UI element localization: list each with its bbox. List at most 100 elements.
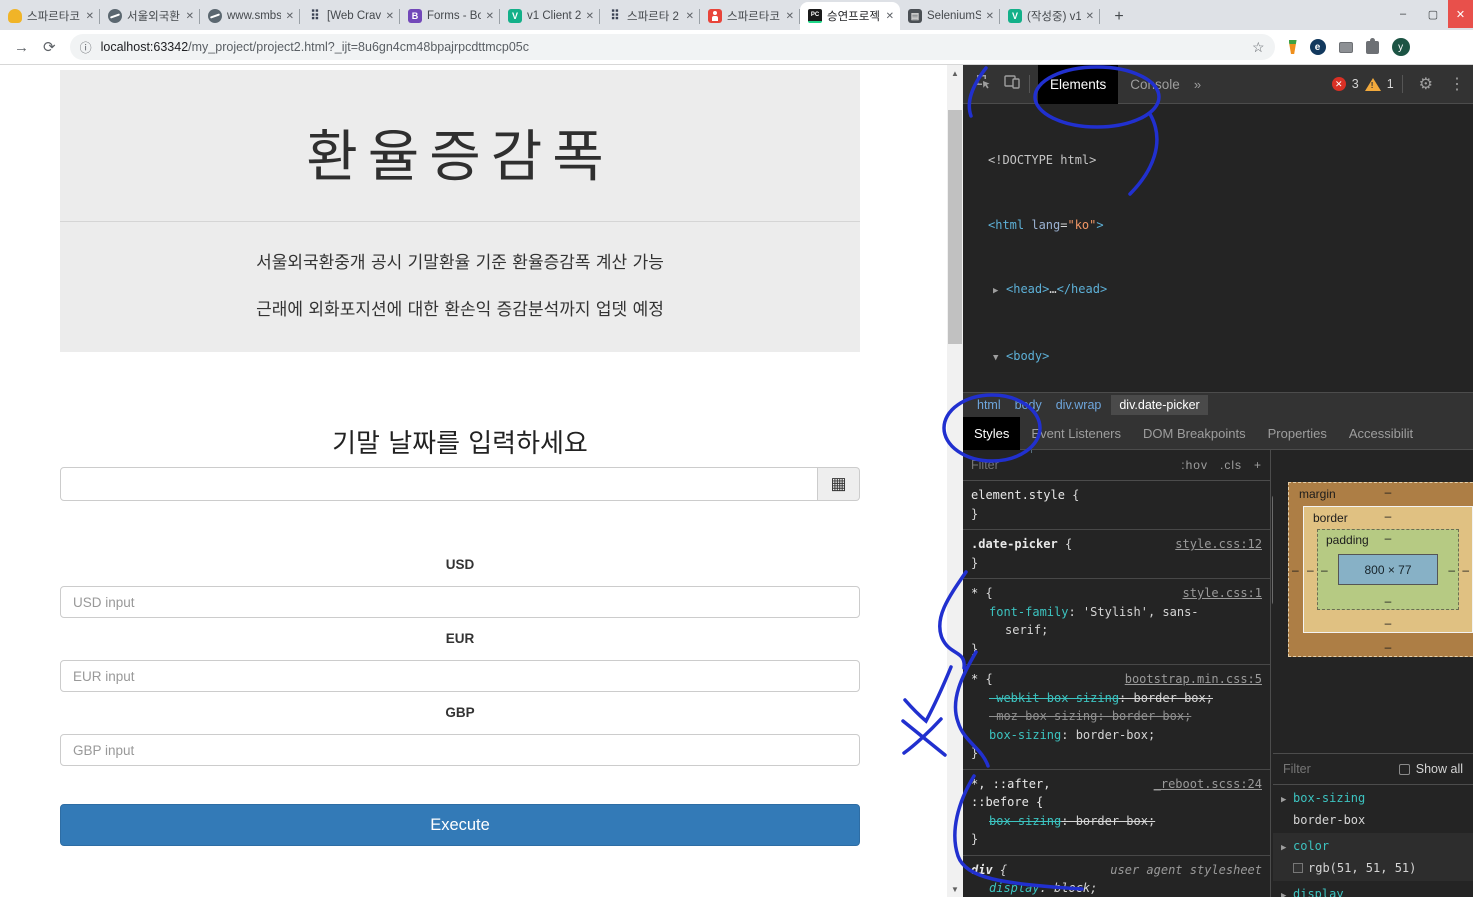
evernote-extension-icon[interactable]: e (1310, 39, 1326, 55)
close-icon[interactable]: ✕ (686, 11, 694, 22)
profile-avatar[interactable]: y (1392, 38, 1410, 56)
style-rule-element[interactable]: element.style { } (963, 481, 1270, 530)
scroll-down-icon[interactable]: ▼ (947, 881, 963, 897)
screenshot-extension-icon[interactable] (1339, 42, 1353, 53)
dom-node-html[interactable]: <html lang="ko"> (963, 215, 1473, 237)
breadcrumb-div-wrap[interactable]: div.wrap (1056, 398, 1102, 412)
tab-elements[interactable]: Elements (1038, 65, 1118, 104)
stylesheet-link[interactable]: style.css:12 (1175, 535, 1262, 554)
devtools-menu-icon[interactable]: ⋮ (1449, 74, 1465, 94)
computed-filter-input[interactable] (1283, 762, 1353, 776)
style-rule-date-picker[interactable]: .date-picker {style.css:12 } (963, 530, 1270, 579)
settings-gear-icon[interactable]: ⚙ (1419, 74, 1433, 94)
tab-styles[interactable]: Styles (963, 417, 1020, 450)
usd-input[interactable] (60, 586, 860, 618)
tab-properties[interactable]: Properties (1257, 417, 1338, 450)
style-rule-user-agent[interactable]: div {user agent stylesheet display: bloc… (963, 856, 1270, 897)
styles-filter-input[interactable] (971, 458, 1091, 472)
carrot-extension-icon[interactable] (1289, 40, 1297, 54)
breadcrumb-div-date-picker[interactable]: div.date-picker (1111, 395, 1207, 415)
close-window-button[interactable]: ✕ (1448, 0, 1473, 28)
chevron-down-icon[interactable]: ▼ (993, 348, 1006, 370)
gbp-input[interactable] (60, 734, 860, 766)
box-model-margin[interactable]: margin – – – – border – – – – padding – … (1288, 482, 1473, 657)
tab-accessibility[interactable]: Accessibilit (1338, 417, 1424, 450)
browser-tab[interactable]: V (작성중) v1 ✕ (1000, 2, 1100, 30)
stylesheet-link[interactable]: _reboot.scss:24 (1154, 775, 1262, 794)
browser-tab[interactable]: ⠿ 스파르타 2 ✕ (600, 2, 700, 30)
style-rule-reboot[interactable]: *, ::after,_reboot.scss:24 ::before { bo… (963, 770, 1270, 856)
page-info-icon[interactable]: ⓘ (80, 39, 92, 56)
computed-prop-color[interactable]: ▶color rgb(51, 51, 51) (1273, 833, 1473, 881)
scroll-up-icon[interactable]: ▲ (947, 65, 963, 81)
close-icon[interactable]: ✕ (986, 11, 994, 22)
browser-tab[interactable]: ⠿ [Web Crav ✕ (300, 2, 400, 30)
address-bar[interactable]: ⓘ localhost:63342/my_project/project2.ht… (70, 34, 1275, 60)
class-toggle[interactable]: .cls (1220, 456, 1242, 475)
close-icon[interactable]: ✕ (1086, 11, 1094, 22)
tab-console[interactable]: Console (1118, 65, 1192, 104)
close-icon[interactable]: ✕ (486, 11, 494, 22)
close-icon[interactable]: ✕ (86, 11, 94, 22)
restore-button[interactable]: ▢ (1418, 0, 1448, 28)
scrollbar-thumb[interactable] (948, 110, 962, 344)
error-icon[interactable]: ✕ (1332, 77, 1346, 91)
box-model-content[interactable]: 800 × 77 (1338, 554, 1438, 585)
close-icon[interactable]: ✕ (186, 11, 194, 22)
chevron-right-icon[interactable]: ▶ (1281, 838, 1293, 858)
browser-tab-active[interactable]: PC 승연프로젝 ✕ (800, 2, 900, 30)
eur-input[interactable] (60, 660, 860, 692)
extensions-puzzle-icon[interactable] (1366, 41, 1379, 54)
close-icon[interactable]: ✕ (386, 11, 394, 22)
chevron-right-icon[interactable]: ▶ (1281, 790, 1293, 810)
tab-dom-breakpoints[interactable]: DOM Breakpoints (1132, 417, 1257, 450)
browser-tab[interactable]: 스파르타코 ✕ (0, 2, 100, 30)
tab-event-listeners[interactable]: Event Listeners (1020, 417, 1132, 450)
page-scrollbar[interactable]: ▲ ▼ (947, 65, 963, 897)
browser-tab[interactable]: ▤ SeleniumS ✕ (900, 2, 1000, 30)
new-rule-button[interactable]: + (1254, 456, 1262, 475)
calendar-addon-button[interactable]: ▦ (818, 467, 860, 501)
style-rule-star-fontfamily[interactable]: * {style.css:1 font-family: 'Stylish', s… (963, 579, 1270, 665)
chevron-right-icon[interactable]: ▶ (1281, 886, 1293, 897)
stylesheet-link[interactable]: bootstrap.min.css:5 (1125, 670, 1262, 689)
close-icon[interactable]: ✕ (586, 11, 594, 22)
computed-prop-box-sizing[interactable]: ▶box-sizing border-box (1273, 785, 1473, 833)
close-icon[interactable]: ✕ (786, 11, 794, 22)
computed-prop-display[interactable]: ▶display block (1273, 881, 1473, 897)
bookmark-star-icon[interactable]: ☆ (1252, 39, 1265, 56)
dom-node-head[interactable]: ▶<head>…</head> (963, 279, 1473, 303)
device-toolbar-icon[interactable] (1004, 74, 1021, 94)
forward-icon[interactable]: → (14, 39, 29, 56)
breadcrumb-body[interactable]: body (1015, 398, 1042, 412)
url-text[interactable]: localhost:63342/my_project/project2.html… (101, 40, 1252, 54)
browser-tab[interactable]: www.smbs ✕ (200, 2, 300, 30)
close-icon[interactable]: ✕ (886, 11, 894, 22)
box-model-border[interactable]: border – – – – padding – – – – 800 × 77 (1303, 506, 1473, 633)
new-tab-button[interactable]: + (1106, 4, 1132, 30)
more-tabs-icon[interactable]: » (1194, 77, 1201, 92)
browser-tab[interactable]: V v1 Client 2 ✕ (500, 2, 600, 30)
box-model-padding[interactable]: padding – – – – 800 × 77 (1317, 529, 1459, 610)
hover-state-toggle[interactable]: :hov (1181, 456, 1208, 475)
dom-node-body[interactable]: ▼<body> (963, 346, 1473, 370)
reload-icon[interactable]: ⟳ (43, 38, 56, 56)
minimize-button[interactable]: – (1388, 0, 1418, 28)
inspect-element-icon[interactable] (975, 73, 992, 95)
color-swatch[interactable] (1293, 863, 1303, 873)
date-input[interactable] (60, 467, 818, 501)
style-rule-star-boxsizing[interactable]: * {bootstrap.min.css:5 -webkit-box-sizin… (963, 665, 1270, 770)
execute-button[interactable]: Execute (60, 804, 860, 846)
close-icon[interactable]: ✕ (286, 11, 294, 22)
warning-icon[interactable]: ! (1365, 78, 1381, 91)
breadcrumb-html[interactable]: html (977, 398, 1001, 412)
pane-divider[interactable] (1270, 450, 1271, 897)
browser-tab[interactable]: B Forms - Bo ✕ (400, 2, 500, 30)
checkbox-icon[interactable] (1399, 764, 1410, 775)
stylesheet-link[interactable]: style.css:1 (1183, 584, 1262, 603)
dom-node-doctype[interactable]: <!DOCTYPE html> (963, 150, 1473, 172)
browser-tab[interactable]: 스파르타코 ✕ (700, 2, 800, 30)
show-all-toggle[interactable]: Show all (1399, 762, 1463, 776)
chevron-right-icon[interactable]: ▶ (993, 281, 1006, 303)
browser-tab[interactable]: 서울외국환 ✕ (100, 2, 200, 30)
